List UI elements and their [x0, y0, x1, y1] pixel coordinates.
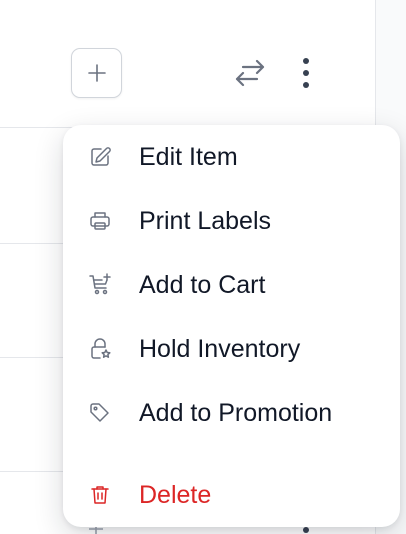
more-options-button[interactable] [291, 53, 321, 93]
cart-add-icon [88, 273, 112, 297]
menu-item-label: Add to Cart [139, 271, 266, 299]
menu-item-add-to-promotion[interactable]: Add to Promotion [63, 387, 400, 439]
menu-item-edit-item[interactable]: Edit Item [63, 131, 400, 183]
arrows-swap-icon [235, 59, 265, 87]
inventory-table-background: Edit Item Print Labels Add to Cart Hold … [0, 0, 406, 534]
menu-item-label: Add to Promotion [139, 399, 333, 427]
menu-item-delete[interactable]: Delete [63, 469, 400, 521]
vertical-dots-icon [303, 58, 309, 88]
menu-item-print-labels[interactable]: Print Labels [63, 195, 400, 247]
row-actions-menu: Edit Item Print Labels Add to Cart Hold … [63, 125, 400, 527]
menu-item-label: Edit Item [139, 143, 238, 171]
swap-button[interactable] [228, 53, 272, 93]
menu-item-label: Print Labels [139, 207, 272, 235]
lock-star-icon [88, 337, 112, 361]
menu-item-hold-inventory[interactable]: Hold Inventory [63, 323, 400, 375]
printer-icon [88, 209, 112, 233]
pencil-icon [88, 145, 112, 169]
menu-item-add-to-cart[interactable]: Add to Cart [63, 259, 400, 311]
add-button[interactable] [71, 48, 122, 98]
plus-icon [87, 64, 106, 82]
tag-icon [88, 401, 112, 425]
menu-item-label: Hold Inventory [139, 335, 301, 363]
trash-icon [88, 483, 112, 507]
menu-item-label: Delete [139, 481, 212, 509]
